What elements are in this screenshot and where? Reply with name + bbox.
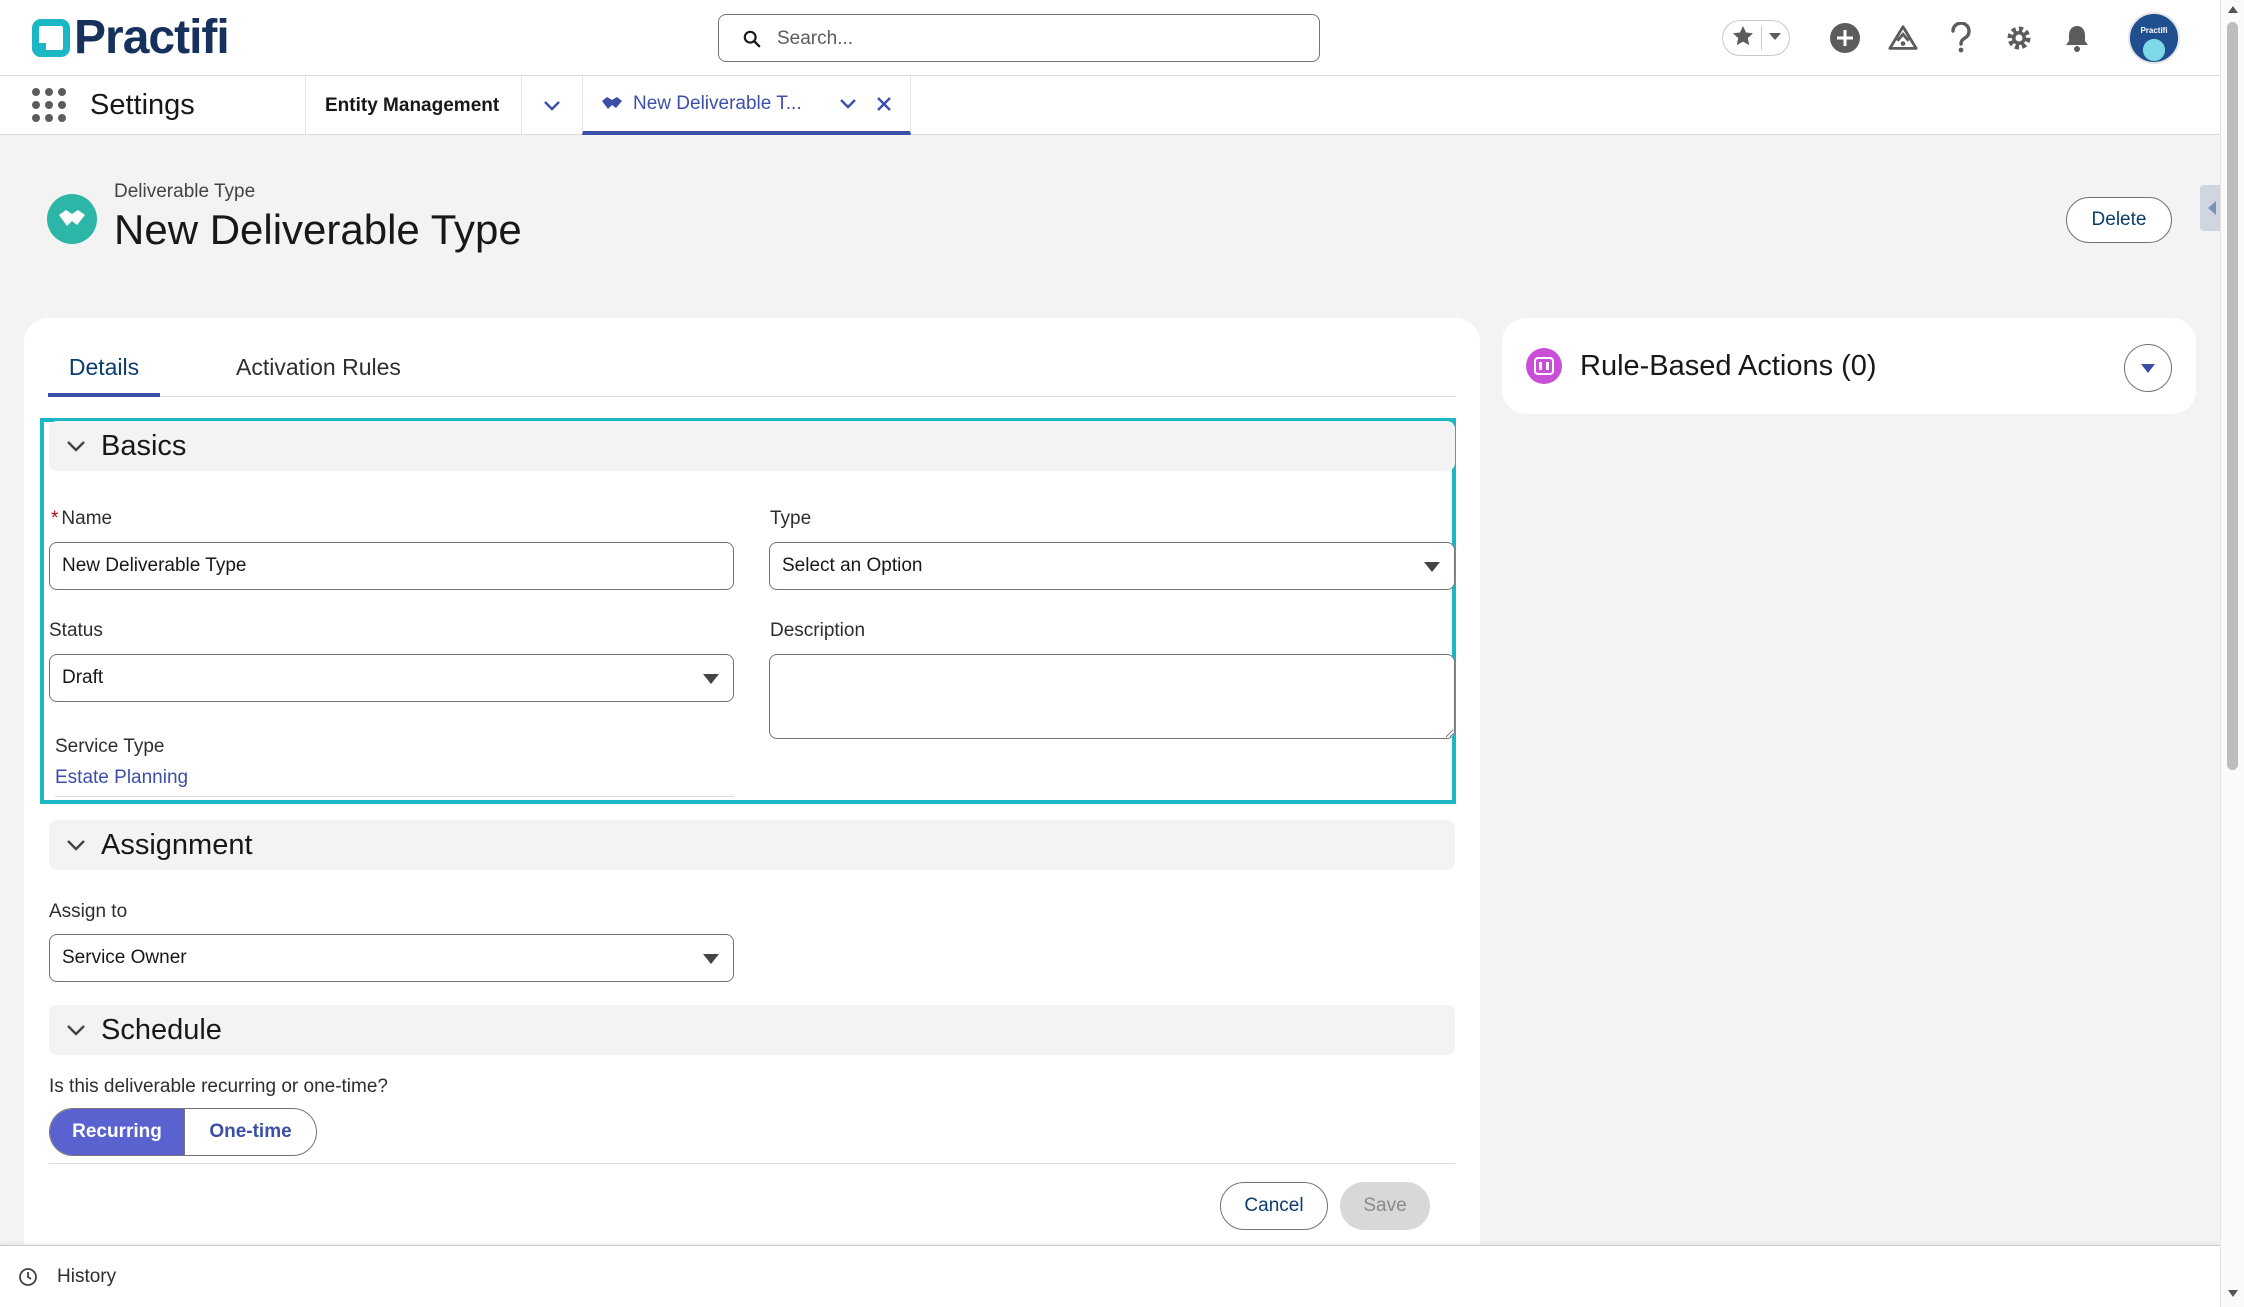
add-icon[interactable] — [1829, 22, 1861, 54]
section-title: Basics — [101, 429, 187, 462]
record-tabs: Details Activation Rules — [48, 352, 1456, 397]
user-avatar[interactable]: Practifi — [2128, 12, 2180, 64]
scroll-thumb[interactable] — [2227, 22, 2238, 770]
rule-based-actions-title: Rule-Based Actions (0) — [1580, 350, 1877, 382]
practifi-logo[interactable]: Practifi — [32, 11, 230, 64]
assign-to-label: Assign to — [49, 901, 128, 922]
caret-down-icon — [2141, 364, 2155, 373]
handshake-icon — [602, 96, 622, 109]
tab-entity-management-menu[interactable] — [521, 76, 581, 135]
logo-text: Practifi — [74, 11, 230, 64]
global-search[interactable] — [718, 14, 1320, 62]
type-select-value: Select an Option — [782, 555, 923, 576]
tab-label: Entity Management — [325, 94, 500, 116]
footer-divider — [49, 1163, 1455, 1164]
section-basics-header[interactable]: Basics — [49, 421, 1455, 471]
recurrence-question: Is this deliverable recurring or one-tim… — [49, 1076, 388, 1097]
field-divider — [55, 796, 734, 797]
bell-icon[interactable] — [2061, 22, 2093, 54]
avatar-text: Practifi — [2140, 26, 2168, 35]
chevron-down-icon — [67, 1025, 85, 1036]
header-actions: Practifi — [1722, 12, 2180, 64]
description-field[interactable] — [769, 654, 1455, 739]
deliverable-type-icon — [47, 194, 97, 244]
favorites-button-group[interactable] — [1722, 20, 1790, 56]
divider — [1760, 26, 1762, 50]
logo-mark-icon — [32, 19, 70, 57]
type-label: Type — [770, 508, 812, 529]
help-icon[interactable] — [1945, 22, 1977, 54]
utility-bar: History — [0, 1245, 2220, 1307]
rule-based-actions-menu-button[interactable] — [2124, 344, 2172, 392]
chevron-down-icon — [543, 100, 560, 111]
tab-details[interactable]: Details — [48, 352, 160, 397]
page-title: New Deliverable Type — [114, 206, 522, 253]
chevron-down-icon[interactable] — [1768, 29, 1782, 47]
tab-label: New Deliverable T... — [633, 92, 802, 114]
chevron-down-icon — [67, 441, 85, 452]
caret-down-icon — [1424, 562, 1440, 572]
panel-collapse-handle[interactable] — [2200, 185, 2220, 231]
status-select-value: Draft — [62, 667, 104, 688]
type-select[interactable]: Select an Option — [769, 542, 1455, 590]
record-type-label: Deliverable Type — [114, 181, 256, 202]
chevron-down-icon[interactable] — [833, 89, 863, 119]
caret-down-icon — [703, 954, 719, 964]
required-marker: * — [51, 508, 59, 529]
app-name: Settings — [90, 89, 195, 121]
status-select[interactable]: Draft — [49, 654, 734, 702]
page-scrollbar[interactable] — [2220, 0, 2244, 1307]
name-field[interactable] — [49, 542, 734, 590]
section-title: Assignment — [101, 828, 253, 861]
assign-to-select[interactable]: Service Owner — [49, 934, 734, 982]
scroll-up-arrow[interactable] — [2228, 6, 2238, 13]
rule-based-actions-icon — [1526, 348, 1562, 384]
section-title: Schedule — [101, 1013, 222, 1046]
recurrence-toggle: Recurring One-time — [49, 1108, 317, 1156]
rule-based-actions-card: Rule-Based Actions (0) — [1502, 318, 2196, 414]
description-label: Description — [770, 620, 866, 641]
favorites-star-icon[interactable] — [1731, 24, 1755, 53]
search-input[interactable] — [777, 25, 1297, 53]
cancel-button[interactable]: Cancel — [1220, 1182, 1328, 1230]
section-assignment-header[interactable]: Assignment — [49, 820, 1455, 870]
name-label: * Name — [51, 508, 113, 529]
tab-new-deliverable-type[interactable]: New Deliverable T... — [582, 76, 911, 135]
scroll-down-arrow[interactable] — [2228, 1290, 2238, 1297]
chevron-down-icon — [67, 840, 85, 851]
gear-icon[interactable] — [2003, 22, 2035, 54]
caret-down-icon — [703, 674, 719, 684]
trailhead-icon[interactable] — [1887, 22, 1919, 54]
basics-highlight-frame — [40, 418, 1456, 804]
delete-button[interactable]: Delete — [2066, 197, 2172, 243]
history-button[interactable]: History — [57, 1266, 116, 1288]
tab-entity-management[interactable]: Entity Management — [305, 76, 521, 135]
recurring-option[interactable]: Recurring — [50, 1109, 184, 1155]
status-label: Status — [49, 620, 103, 641]
save-button[interactable]: Save — [1340, 1182, 1430, 1230]
service-type-link[interactable]: Estate Planning — [55, 767, 188, 789]
one-time-option[interactable]: One-time — [184, 1109, 316, 1155]
section-schedule-header[interactable]: Schedule — [49, 1005, 1455, 1055]
clock-icon — [19, 1268, 37, 1286]
tab-activation-rules[interactable]: Activation Rules — [236, 352, 401, 397]
service-type-label: Service Type — [55, 736, 165, 757]
assign-to-select-value: Service Owner — [62, 947, 187, 968]
app-nav-bar: Settings Entity Management New Deliverab… — [0, 76, 2220, 135]
app-launcher-icon[interactable] — [32, 88, 66, 122]
record-detail-card: Details Activation Rules Basics *Name Ty… — [24, 318, 1480, 1307]
search-icon — [743, 30, 761, 48]
global-header: Practifi Search... Practifi — [0, 0, 2220, 76]
close-icon[interactable] — [869, 89, 899, 119]
